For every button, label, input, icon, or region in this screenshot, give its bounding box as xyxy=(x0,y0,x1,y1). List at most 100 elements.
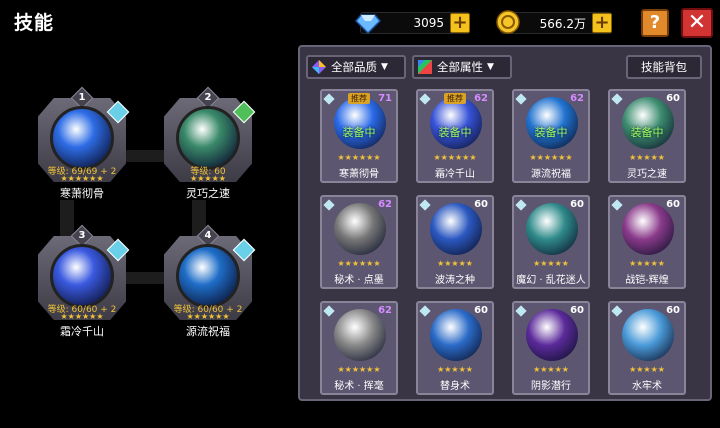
skill-card[interactable]: 60 ★★★★★ 战铠-辉煌 xyxy=(608,195,686,289)
skill-orb-icon xyxy=(526,309,578,361)
skill-card[interactable]: 62 推荐 装备中 ★★★★★★ 霜冷千山 xyxy=(416,89,494,183)
skill-card[interactable]: 62 ★★★★★★ 秘术 · 挥毫 xyxy=(320,301,398,395)
skill-orb-icon xyxy=(334,203,386,255)
card-skill-name: 寒萧彻骨 xyxy=(339,169,379,180)
element-diamond-icon xyxy=(419,93,431,105)
close-button[interactable]: ✕ xyxy=(681,8,713,38)
card-level: 62 xyxy=(378,199,392,210)
equipped-slot[interactable]: 1 等级: 69/69 + 2 ★★★★★★ 寒萧彻骨 xyxy=(32,86,132,200)
skill-card[interactable]: 62 装备中 ★★★★★★ 源流祝福 xyxy=(512,89,590,183)
quality-filter-dropdown[interactable]: 全部品质 ▼ xyxy=(306,55,406,79)
coin-icon xyxy=(496,10,520,34)
skill-orb-icon xyxy=(176,244,240,308)
card-stars: ★★★★★ xyxy=(629,153,665,162)
card-skill-name: 战铠-辉煌 xyxy=(625,275,669,286)
attribute-icon xyxy=(418,60,432,74)
card-stars: ★★★★★ xyxy=(629,365,665,374)
card-skill-name: 源流祝福 xyxy=(531,169,571,180)
skill-card[interactable]: 60 ★★★★★ 波涛之种 xyxy=(416,195,494,289)
card-skill-name: 秘术 · 挥毫 xyxy=(334,381,384,392)
recommend-badge: 推荐 xyxy=(348,93,370,104)
slot-stars: ★★★★★★ xyxy=(60,312,104,321)
slot-stars: ★★★★★★ xyxy=(186,312,230,321)
skill-inventory-panel: 全部品质 ▼ 全部属性 ▼ 技能背包 71 推荐装备中 ★★★★★★ 寒萧彻骨 62 推荐… xyxy=(298,45,712,401)
add-gold-button[interactable]: + xyxy=(592,13,612,33)
card-level: 62 xyxy=(474,93,488,104)
element-diamond-icon xyxy=(515,305,527,317)
add-gems-button[interactable]: + xyxy=(450,13,470,33)
skill-bag-button[interactable]: 技能背包 xyxy=(626,55,702,79)
equipped-label: 装备中 xyxy=(438,126,472,139)
element-diamond-icon xyxy=(611,93,623,105)
gold-counter: 566.2万 + xyxy=(496,10,612,34)
element-diamond-icon xyxy=(419,305,431,317)
gem-counter: 3095 + xyxy=(355,12,470,35)
slot-skill-name: 灵巧之速 xyxy=(186,187,230,200)
equipped-slot[interactable]: 4 等级: 60/60 + 2 ★★★★★★ 源流祝福 xyxy=(158,224,258,338)
quality-filter-label: 全部品质 xyxy=(331,60,377,74)
skill-card[interactable]: 60 ★★★★★ 魔幻 · 乱花迷人 xyxy=(512,195,590,289)
skill-orb-icon xyxy=(50,106,114,170)
card-level: 62 xyxy=(570,93,584,104)
card-stars: ★★★★★★ xyxy=(337,153,381,162)
skill-orb-icon xyxy=(334,309,386,361)
skill-orb-icon xyxy=(430,203,482,255)
card-skill-name: 灵巧之速 xyxy=(627,169,667,180)
skill-card[interactable]: 60 ★★★★★ 替身术 xyxy=(416,301,494,395)
card-level: 60 xyxy=(666,199,680,210)
skill-orb-icon xyxy=(622,203,674,255)
card-skill-name: 替身术 xyxy=(440,381,470,392)
skill-orb-icon xyxy=(526,203,578,255)
equipped-label: 装备中 xyxy=(630,126,664,139)
skill-card[interactable]: 60 ★★★★★ 水牢术 xyxy=(608,301,686,395)
element-diamond-icon xyxy=(515,93,527,105)
skill-card[interactable]: 60 装备中 ★★★★★ 灵巧之速 xyxy=(608,89,686,183)
slot-stars: ★★★★★ xyxy=(190,174,226,183)
equipped-slot[interactable]: 3 等级: 60/60 + 2 ★★★★★★ 霜冷千山 xyxy=(32,224,132,338)
skill-orb-icon xyxy=(334,97,386,149)
skill-orb-icon xyxy=(430,309,482,361)
card-skill-name: 阴影潜行 xyxy=(531,381,571,392)
element-diamond-icon xyxy=(515,199,527,211)
card-level: 62 xyxy=(378,305,392,316)
skill-card[interactable]: 60 ★★★★★ 阴影潜行 xyxy=(512,301,590,395)
element-diamond-icon xyxy=(323,93,335,105)
card-level: 60 xyxy=(570,199,584,210)
skill-orb-icon xyxy=(430,97,482,149)
help-button[interactable]: ? xyxy=(641,9,669,37)
attribute-filter-dropdown[interactable]: 全部属性 ▼ xyxy=(412,55,512,79)
card-stars: ★★★★★★ xyxy=(337,365,381,374)
card-skill-name: 霜冷千山 xyxy=(435,169,475,180)
card-level: 60 xyxy=(666,93,680,104)
card-stars: ★★★★★ xyxy=(629,259,665,268)
chevron-down-icon: ▼ xyxy=(487,62,494,72)
element-diamond-icon xyxy=(611,305,623,317)
card-stars: ★★★★★ xyxy=(437,259,473,268)
element-diamond-icon xyxy=(323,199,335,211)
skill-card[interactable]: 62 ★★★★★★ 秘术 · 点墨 xyxy=(320,195,398,289)
card-skill-name: 水牢术 xyxy=(632,381,662,392)
diamond-icon xyxy=(355,14,381,35)
recommend-badge: 推荐 xyxy=(444,93,466,104)
equipped-slot[interactable]: 2 等级: 60 ★★★★★ 灵巧之速 xyxy=(158,86,258,200)
skill-orb-icon xyxy=(50,244,114,308)
card-skill-name: 秘术 · 点墨 xyxy=(334,275,384,286)
quality-icon xyxy=(312,60,326,74)
page-title: 技能 xyxy=(14,12,55,34)
card-level: 60 xyxy=(570,305,584,316)
card-skill-name: 魔幻 · 乱花迷人 xyxy=(516,275,586,286)
card-level: 71 xyxy=(378,93,392,104)
element-diamond-icon xyxy=(419,199,431,211)
skill-orb-icon xyxy=(622,309,674,361)
skill-card[interactable]: 71 推荐装备中 ★★★★★★ 寒萧彻骨 xyxy=(320,89,398,183)
slot-skill-name: 霜冷千山 xyxy=(60,325,104,338)
skill-orb-icon xyxy=(622,97,674,149)
element-diamond-icon xyxy=(323,305,335,317)
card-level: 60 xyxy=(666,305,680,316)
card-stars: ★★★★★ xyxy=(533,259,569,268)
slot-skill-name: 源流祝福 xyxy=(186,325,230,338)
equipped-label: 装备中 xyxy=(534,126,568,139)
slot-skill-name: 寒萧彻骨 xyxy=(60,187,104,200)
equipped-label: 装备中 xyxy=(342,126,376,139)
card-level: 60 xyxy=(474,305,488,316)
